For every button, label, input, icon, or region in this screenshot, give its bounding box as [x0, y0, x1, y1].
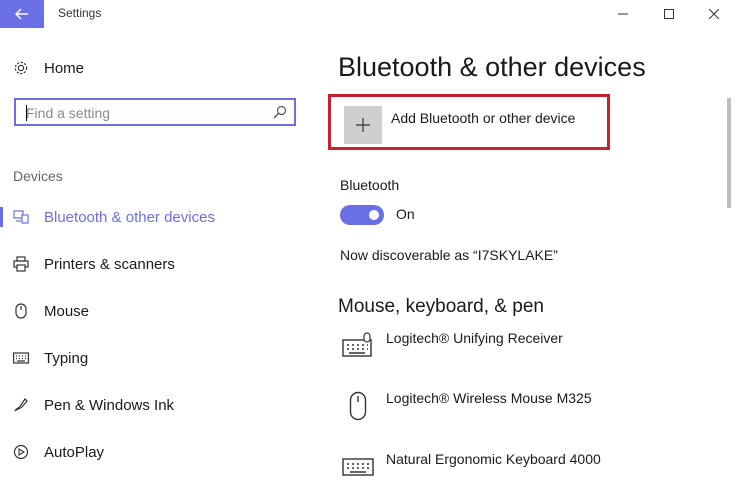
mouse-icon	[340, 388, 376, 424]
sidebar-item-printers[interactable]: Printers & scanners	[0, 244, 318, 284]
add-device-highlight: Add Bluetooth or other device	[328, 94, 610, 150]
sidebar-item-bluetooth[interactable]: Bluetooth & other devices	[0, 197, 318, 237]
device-item-unifying-receiver[interactable]: Logitech® Unifying Receiver	[340, 328, 710, 368]
minimize-icon	[618, 13, 628, 15]
title-bar: Settings	[0, 0, 737, 28]
device-item-ergonomic-keyboard[interactable]: Natural Ergonomic Keyboard 4000	[340, 449, 710, 489]
sidebar-item-label: Pen & Windows Ink	[44, 396, 175, 414]
discoverable-text: Now discoverable as “I7SKYLAKE”	[340, 247, 558, 263]
keyboard-icon	[340, 449, 376, 485]
keyboard-receiver-icon	[340, 328, 376, 364]
device-item-wireless-mouse[interactable]: Logitech® Wireless Mouse M325	[340, 388, 710, 428]
printer-icon	[12, 255, 30, 273]
gear-icon	[12, 59, 30, 77]
sidebar-item-pen-ink[interactable]: Pen & Windows Ink	[0, 385, 318, 425]
page-title: Bluetooth & other devices	[338, 52, 646, 82]
scrollbar-thumb[interactable]	[727, 98, 731, 208]
autoplay-icon	[12, 443, 30, 461]
back-button[interactable]	[0, 0, 44, 28]
maximize-button[interactable]	[646, 0, 692, 28]
search-icon[interactable]	[272, 104, 288, 120]
settings-window: Settings Home Find a setting Devices Blu…	[0, 0, 737, 487]
sidebar-item-label: Bluetooth & other devices	[44, 208, 215, 226]
sidebar: Home Devices Bluetooth & ot	[0, 28, 318, 487]
add-device-button[interactable]	[344, 106, 382, 144]
devices-section-title: Mouse, keyboard, & pen	[338, 296, 544, 317]
keyboard-icon	[12, 349, 30, 367]
maximize-icon	[664, 9, 674, 19]
section-label-devices: Devices	[13, 168, 63, 184]
device-name: Logitech® Wireless Mouse M325	[386, 390, 592, 406]
plus-icon	[356, 118, 370, 132]
device-name: Natural Ergonomic Keyboard 4000	[386, 451, 601, 467]
main-content: Bluetooth & other devices Add Bluetooth …	[318, 28, 722, 487]
minimize-button[interactable]	[600, 0, 646, 28]
pen-icon	[12, 396, 30, 414]
search-box[interactable]	[14, 98, 296, 126]
close-icon	[709, 9, 719, 19]
sidebar-item-label: Mouse	[44, 302, 90, 320]
sidebar-item-autoplay[interactable]: AutoPlay	[0, 432, 318, 472]
toggle-knob	[369, 210, 379, 220]
device-name: Logitech® Unifying Receiver	[386, 330, 563, 346]
sidebar-item-mouse[interactable]: Mouse	[0, 291, 318, 331]
add-device-label[interactable]: Add Bluetooth or other device	[391, 110, 575, 126]
window-title: Settings	[58, 6, 102, 20]
sidebar-item-label: Printers & scanners	[44, 255, 175, 273]
scrollbar[interactable]	[722, 28, 737, 487]
bluetooth-toggle[interactable]	[340, 205, 384, 225]
bluetooth-toggle-state: On	[396, 206, 415, 222]
sidebar-item-label: Home	[44, 59, 85, 77]
search-input[interactable]	[26, 104, 266, 122]
sidebar-item-label: Typing	[44, 349, 89, 367]
sidebar-item-typing[interactable]: Typing	[0, 338, 318, 378]
sidebar-item-label: AutoPlay	[44, 443, 105, 461]
bluetooth-heading: Bluetooth	[340, 177, 400, 193]
mouse-icon	[12, 302, 30, 320]
sidebar-item-home[interactable]: Home	[0, 48, 318, 88]
back-arrow-icon	[15, 8, 28, 20]
bluetooth-devices-icon	[12, 208, 30, 226]
close-button[interactable]	[691, 0, 737, 28]
selected-indicator	[0, 207, 3, 227]
